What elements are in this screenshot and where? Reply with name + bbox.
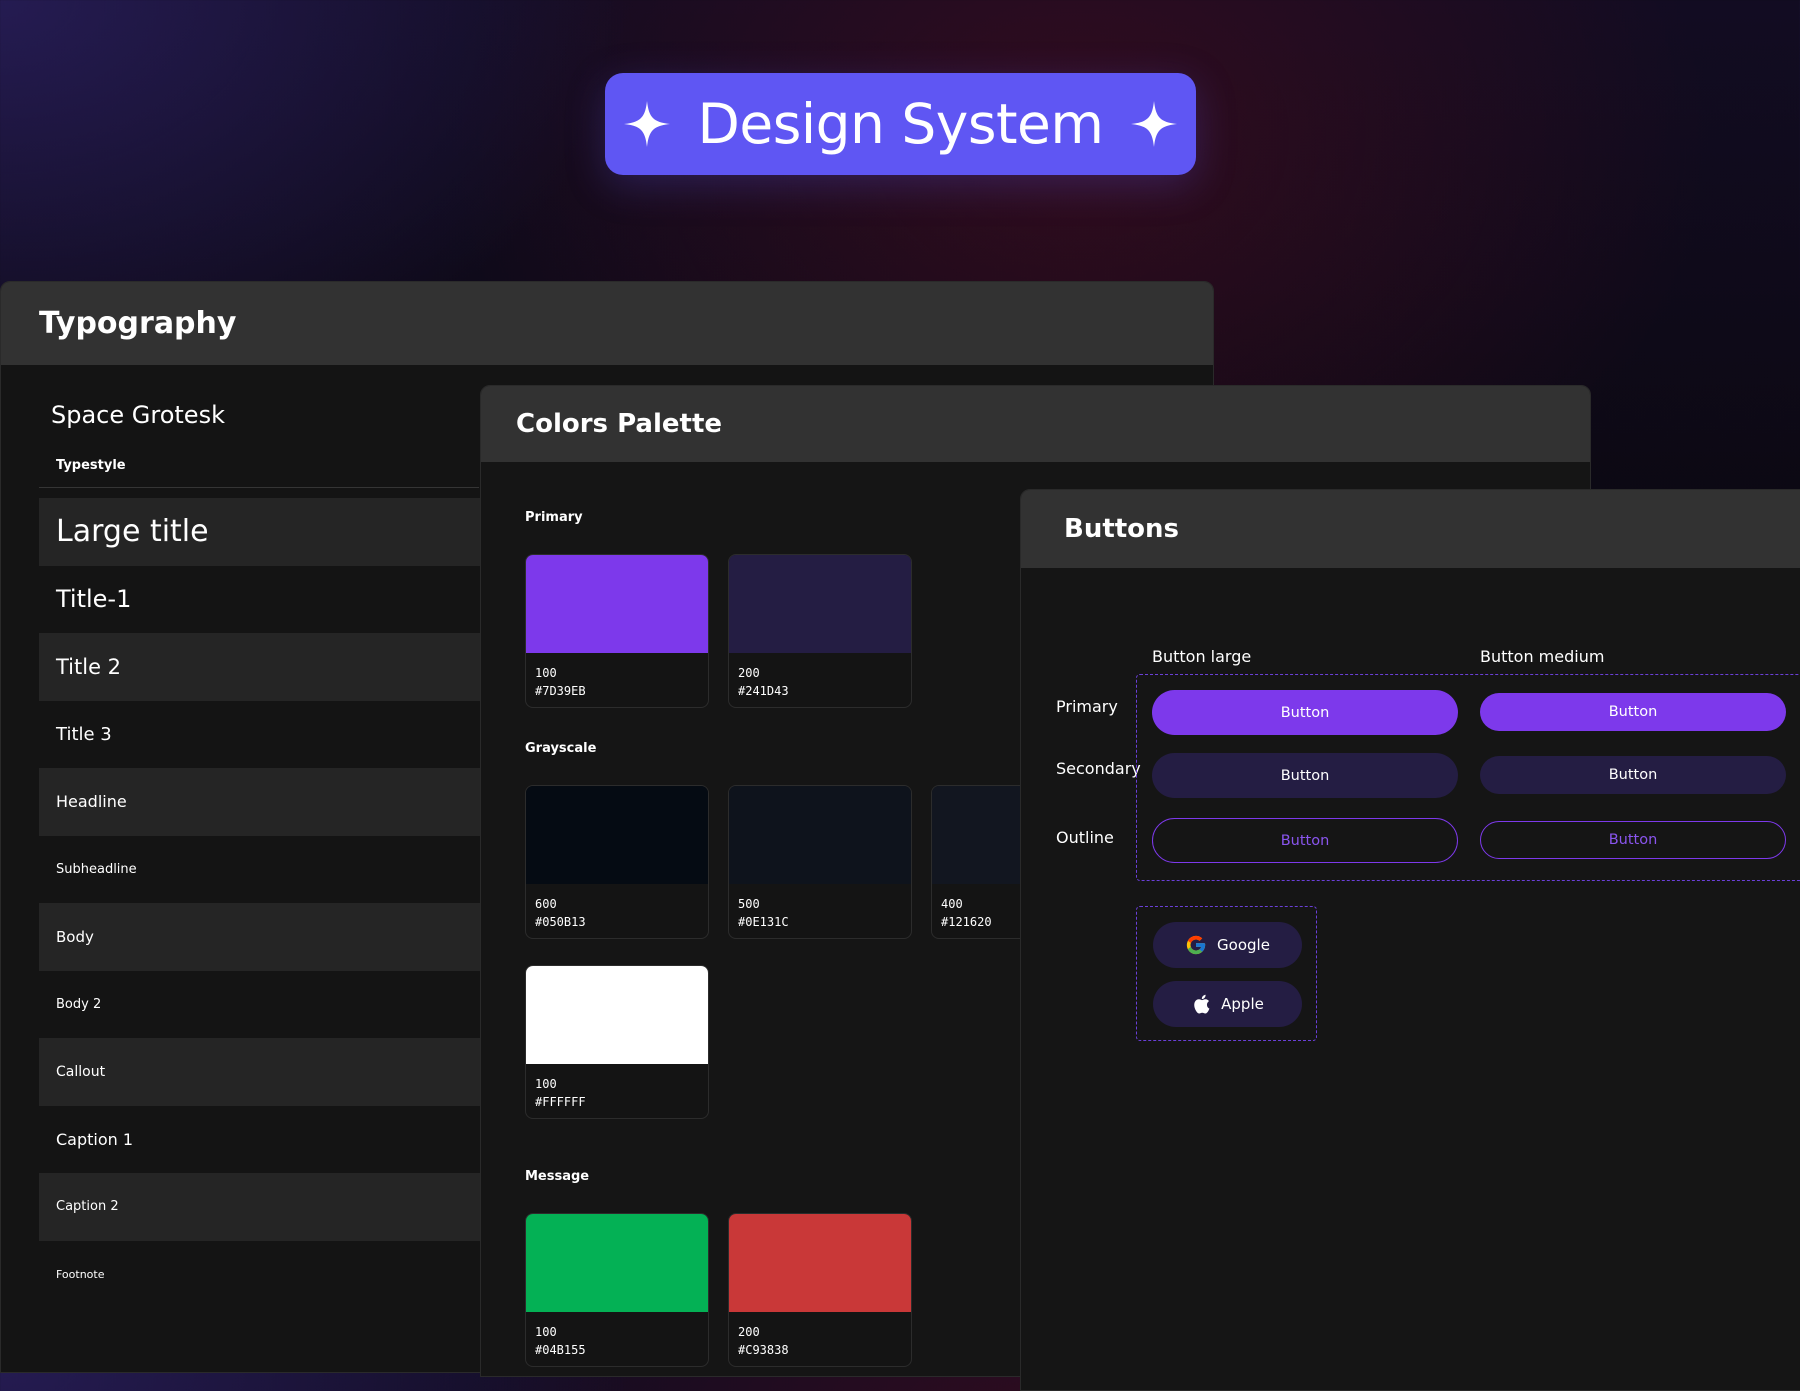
swatch-hex: #241D43 bbox=[738, 684, 789, 698]
color-chip bbox=[526, 1214, 708, 1312]
secondary-medium-button[interactable]: Button bbox=[1480, 756, 1786, 794]
swatch-shade: 200 bbox=[738, 666, 760, 680]
color-chip bbox=[729, 1214, 911, 1312]
section-title-primary: Primary bbox=[525, 510, 583, 525]
typestyle-row-caption-1: Caption 1 bbox=[56, 1129, 134, 1149]
color-chip bbox=[729, 786, 911, 884]
primary-medium-button[interactable]: Button bbox=[1480, 693, 1786, 731]
swatch-card: 100 #04B155 bbox=[525, 1213, 709, 1367]
swatch-hex: #FFFFFF bbox=[535, 1095, 586, 1109]
swatch-shade: 100 bbox=[535, 666, 557, 680]
secondary-large-button[interactable]: Button bbox=[1152, 753, 1458, 798]
typestyle-row-body: Body bbox=[39, 903, 481, 971]
typestyle-label: Typestyle bbox=[56, 458, 126, 473]
swatch-shade: 600 bbox=[535, 897, 557, 911]
apple-button-label: Apple bbox=[1221, 995, 1264, 1013]
sparkle-icon bbox=[623, 101, 670, 147]
page-title: Design System bbox=[697, 91, 1104, 156]
swatch-hex: #7D39EB bbox=[535, 684, 586, 698]
typestyle-row-large-title: Large title bbox=[39, 498, 481, 566]
row-label-primary: Primary bbox=[1056, 697, 1118, 716]
font-family-name: Space Grotesk bbox=[51, 401, 225, 429]
swatch-shade: 500 bbox=[738, 897, 760, 911]
typography-panel-header: Typography bbox=[1, 282, 1213, 365]
typestyle-row-footnote: Footnote bbox=[56, 1267, 105, 1281]
swatch-card: 200 #C93838 bbox=[728, 1213, 912, 1367]
swatch-card: 100 #FFFFFF bbox=[525, 965, 709, 1119]
color-chip bbox=[526, 786, 708, 884]
column-label-large: Button large bbox=[1152, 647, 1252, 666]
buttons-panel: Buttons Button large Button medium Prima… bbox=[1020, 489, 1800, 1391]
section-title-message: Message bbox=[525, 1169, 590, 1184]
swatch-hex: #C93838 bbox=[738, 1343, 789, 1357]
swatch-card: 500 #0E131C bbox=[728, 785, 912, 939]
typestyle-row-body-2: Body 2 bbox=[56, 996, 102, 1012]
swatch-card: 600 #050B13 bbox=[525, 785, 709, 939]
google-button-label: Google bbox=[1217, 936, 1270, 954]
swatch-shade: 200 bbox=[738, 1325, 760, 1339]
row-label-outline: Outline bbox=[1056, 828, 1114, 847]
color-chip bbox=[729, 555, 911, 653]
divider bbox=[39, 487, 479, 488]
typestyle-row-title-3: Title 3 bbox=[56, 723, 112, 745]
google-icon bbox=[1186, 935, 1206, 955]
typestyle-row-subheadline: Subheadline bbox=[56, 861, 137, 877]
row-label-secondary: Secondary bbox=[1056, 759, 1141, 778]
swatch-hex: #04B155 bbox=[535, 1343, 586, 1357]
typestyle-row-callout: Callout bbox=[39, 1038, 481, 1106]
typestyle-row-title-1: Title-1 bbox=[56, 585, 132, 614]
color-chip bbox=[526, 966, 708, 1064]
apple-sign-in-button[interactable]: Apple bbox=[1153, 981, 1302, 1027]
swatch-hex: #050B13 bbox=[535, 915, 586, 929]
swatch-card: 200 #241D43 bbox=[728, 554, 912, 708]
column-label-medium: Button medium bbox=[1480, 647, 1605, 666]
typestyle-list: Large title Title-1 Title 2 Title 3 Head… bbox=[39, 498, 481, 1308]
outline-large-button[interactable]: Button bbox=[1152, 818, 1458, 863]
outline-medium-button[interactable]: Button bbox=[1480, 821, 1786, 859]
swatch-shade: 100 bbox=[535, 1077, 557, 1091]
typestyle-row-caption-2: Caption 2 bbox=[39, 1173, 481, 1241]
primary-large-button[interactable]: Button bbox=[1152, 690, 1458, 735]
section-title-grayscale: Grayscale bbox=[525, 741, 597, 756]
sparkle-icon bbox=[1131, 101, 1178, 147]
swatch-shade: 100 bbox=[535, 1325, 557, 1339]
swatch-hex: #0E131C bbox=[738, 915, 789, 929]
typestyle-row-headline: Headline bbox=[39, 768, 481, 836]
typestyle-row-title-2: Title 2 bbox=[39, 633, 481, 701]
design-system-banner: Design System bbox=[605, 73, 1196, 175]
google-sign-in-button[interactable]: Google bbox=[1153, 922, 1302, 968]
apple-icon bbox=[1194, 994, 1210, 1014]
colors-panel-header: Colors Palette bbox=[481, 386, 1590, 462]
color-chip bbox=[526, 555, 708, 653]
swatch-card: 100 #7D39EB bbox=[525, 554, 709, 708]
buttons-panel-header: Buttons bbox=[1021, 490, 1800, 568]
